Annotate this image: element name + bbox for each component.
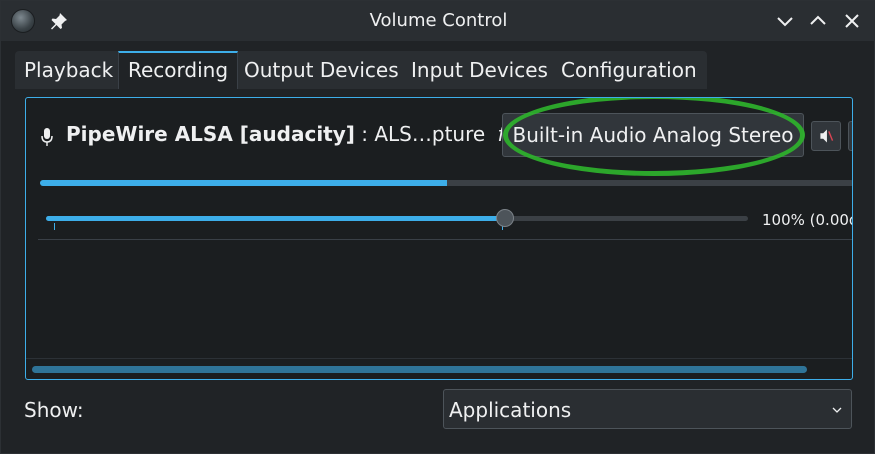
chevron-down-icon bbox=[832, 407, 842, 413]
recording-panel: PipeWire ALSA [audacity] : ALS…pture fro… bbox=[25, 97, 853, 380]
stream-name: PipeWire ALSA [audacity] bbox=[66, 122, 355, 146]
level-meter-fill bbox=[40, 180, 447, 186]
show-label: Show: bbox=[24, 398, 84, 422]
highlight-annotation bbox=[503, 98, 805, 176]
volume-value: 100% (0.00d bbox=[762, 211, 853, 229]
tab-recording[interactable]: Recording bbox=[118, 51, 239, 89]
tab-playback[interactable]: Playback bbox=[15, 51, 122, 89]
minimize-button[interactable] bbox=[775, 11, 795, 31]
stream-separator: : ALS…pture bbox=[361, 122, 486, 146]
show-select-value: Applications bbox=[449, 398, 572, 422]
mute-button[interactable] bbox=[811, 121, 841, 151]
volume-slider-fill bbox=[46, 216, 505, 221]
tab-configuration[interactable]: Configuration bbox=[552, 51, 706, 89]
close-button[interactable] bbox=[842, 11, 862, 31]
title-bar[interactable]: Volume Control bbox=[1, 1, 875, 41]
tab-bar: Playback Recording Output Devices Input … bbox=[15, 51, 707, 89]
microphone-icon bbox=[41, 128, 53, 146]
window-title: Volume Control bbox=[369, 10, 508, 31]
tab-input-devices[interactable]: Input Devices bbox=[402, 51, 557, 89]
volume-slider[interactable] bbox=[46, 216, 748, 221]
divider bbox=[26, 358, 852, 359]
level-meter bbox=[40, 180, 852, 186]
volume-slider-handle[interactable] bbox=[495, 209, 514, 227]
horizontal-scrollbar[interactable] bbox=[32, 366, 807, 373]
divider bbox=[38, 239, 852, 240]
volume-control-window: Volume Control Playback Recording Output… bbox=[0, 0, 875, 454]
stream-row: PipeWire ALSA [audacity] : ALS…pture fro… bbox=[26, 98, 852, 178]
lock-channels-button[interactable] bbox=[848, 121, 852, 151]
tab-output-devices[interactable]: Output Devices bbox=[235, 51, 408, 89]
slider-tick-min bbox=[54, 223, 55, 230]
show-select[interactable]: Applications bbox=[443, 389, 852, 429]
maximize-button[interactable] bbox=[808, 11, 828, 31]
stream-description: PipeWire ALSA [audacity] : ALS…pture fro… bbox=[66, 122, 545, 146]
